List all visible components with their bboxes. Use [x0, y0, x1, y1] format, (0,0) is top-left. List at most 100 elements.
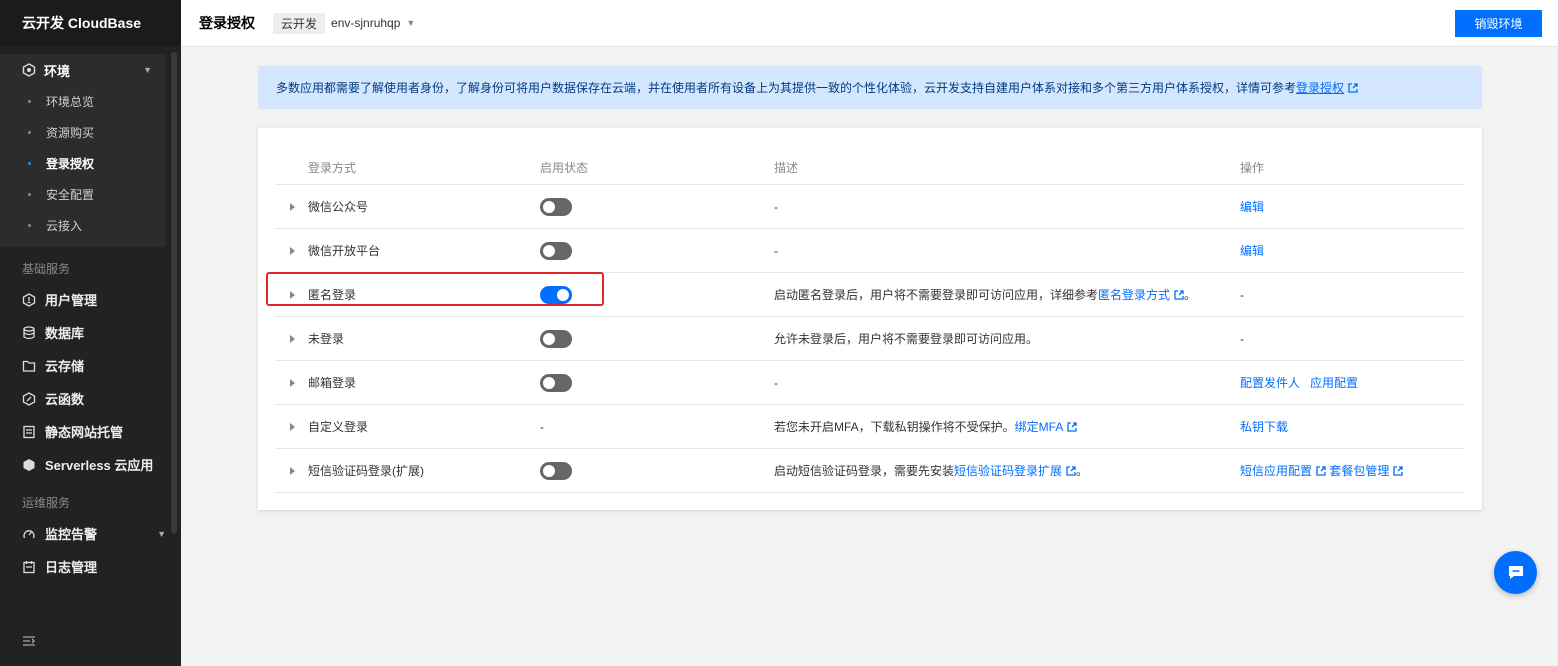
section-label-ops: 运维服务: [22, 496, 71, 510]
edit-link[interactable]: 编辑: [1240, 200, 1264, 214]
env-selector[interactable]: env-sjnruhqp: [331, 16, 400, 30]
sidebar-item-storage[interactable]: 云存储: [0, 349, 166, 382]
log-icon: [22, 560, 36, 574]
method-name: 微信开放平台: [308, 244, 381, 258]
external-link-icon: [1393, 466, 1404, 476]
info-notice: 多数应用都需要了解使用者身份，了解身份可将用户数据保存在云端，并在使用者所有设备…: [258, 66, 1482, 109]
anonymous-login-doc-link[interactable]: 匿名登录方式: [1098, 288, 1170, 302]
enable-toggle[interactable]: [540, 329, 572, 348]
sidebar-item-user-manage[interactable]: 用户管理: [0, 283, 166, 316]
col-header-actions: 操作: [1240, 160, 1265, 175]
sidebar-item-resource-purchase[interactable]: 资源购买: [0, 117, 166, 148]
notice-login-auth-link[interactable]: 登录授权: [1296, 79, 1344, 96]
env-tag: 云开发: [273, 12, 326, 34]
sidebar-item-security-config[interactable]: 安全配置: [0, 179, 166, 210]
chat-button[interactable]: [1494, 551, 1537, 594]
chat-icon: [1508, 565, 1523, 579]
sms-app-config-link[interactable]: 短信应用配置: [1240, 464, 1312, 478]
edit-link[interactable]: 编辑: [1240, 244, 1264, 258]
sidebar-item-static-hosting[interactable]: 静态网站托管: [0, 415, 166, 448]
sidebar-item-serverless-app[interactable]: Serverless 云应用: [0, 448, 166, 481]
user-manage-icon: [22, 292, 36, 307]
method-name: 邮箱登录: [308, 376, 357, 390]
desc-text: 。: [1184, 288, 1197, 302]
desc-text: 若您未开启MFA，下载私钥操作将不受保护。: [774, 420, 1015, 434]
sidebar-item-label: 日志管理: [45, 560, 98, 575]
col-header-method: 登录方式: [308, 160, 357, 175]
expand-arrow-icon[interactable]: [290, 202, 295, 211]
bullet-icon: [28, 193, 31, 196]
app-config-link[interactable]: 应用配置: [1310, 376, 1358, 390]
sidebar-item-env-overview[interactable]: 环境总览: [0, 86, 166, 117]
sidebar-item-label: 云函数: [45, 392, 85, 407]
expand-arrow-icon[interactable]: [290, 246, 295, 255]
monitor-icon: [22, 527, 36, 541]
table-row: 匿名登录 启动匿名登录后，用户将不需要登录即可访问应用，详细参考匿名登录方式。 …: [266, 272, 1464, 317]
folder-icon: [22, 359, 36, 373]
expand-arrow-icon[interactable]: [290, 466, 295, 475]
bullet-icon: [28, 224, 31, 227]
sidebar-item-logs[interactable]: 日志管理: [0, 550, 166, 583]
actions-empty: -: [1240, 287, 1244, 302]
expand-arrow-icon[interactable]: [290, 422, 295, 431]
sidebar-item-database[interactable]: 数据库: [0, 316, 166, 349]
col-header-status: 启用状态: [540, 160, 589, 175]
sidebar-item-label: 安全配置: [46, 188, 95, 202]
table-row: 短信验证码登录(扩展) 启动短信验证码登录，需要先安装短信验证码登录扩展。 短信…: [276, 449, 1464, 493]
expand-arrow-icon[interactable]: [290, 290, 295, 299]
enable-toggle[interactable]: [540, 461, 572, 480]
login-methods-card: 登录方式 启用状态 描述 操作 微信公众号 - 编辑 微信开放平台 - 编辑 匿…: [258, 128, 1482, 510]
method-desc: 启动匿名登录后，用户将不需要登录即可访问应用，详细参考匿名登录方式。: [774, 286, 1240, 303]
config-sender-link[interactable]: 配置发件人: [1240, 376, 1300, 390]
desc-text: 启动短信验证码登录，需要先安装: [774, 464, 955, 478]
method-desc: -: [774, 243, 778, 258]
sidebar-item-functions[interactable]: 云函数: [0, 382, 166, 415]
sidebar-item-label: 数据库: [45, 326, 85, 341]
sms-extension-link[interactable]: 短信验证码登录扩展: [954, 464, 1062, 478]
enable-toggle[interactable]: [540, 197, 572, 216]
method-desc: 若您未开启MFA，下载私钥操作将不受保护。绑定MFA: [774, 418, 1240, 435]
external-link-icon: [1174, 290, 1184, 300]
brand-logo[interactable]: 云开发 CloudBase: [0, 0, 181, 46]
expand-arrow-icon[interactable]: [290, 334, 295, 343]
method-name: 短信验证码登录(扩展): [308, 464, 424, 478]
sidebar-item-monitor[interactable]: 监控告警 ▼: [0, 517, 166, 550]
method-desc: -: [774, 199, 778, 214]
external-link-icon: [1316, 466, 1326, 476]
method-desc: -: [774, 375, 778, 390]
package-manage-link[interactable]: 套餐包管理: [1329, 464, 1389, 478]
login-methods-table: 登录方式 启用状态 描述 操作 微信公众号 - 编辑 微信开放平台 - 编辑 匿…: [266, 150, 1464, 493]
table-row: 自定义登录 - 若您未开启MFA，下载私钥操作将不受保护。绑定MFA 私钥下载: [276, 405, 1464, 449]
chevron-down-icon[interactable]: ▼: [406, 18, 415, 28]
expand-arrow-icon[interactable]: [290, 378, 295, 387]
env-nav-header[interactable]: 环境 ▼: [0, 54, 166, 86]
table-row: 邮箱登录 - 配置发件人 应用配置: [276, 361, 1464, 405]
table-row: 微信开放平台 - 编辑: [276, 229, 1464, 273]
sidebar-item-cloud-access[interactable]: 云接入: [0, 210, 166, 241]
method-name: 匿名登录: [308, 288, 357, 302]
destroy-env-button[interactable]: 销毁环境: [1455, 10, 1542, 37]
enable-toggle[interactable]: [540, 241, 572, 260]
enable-toggle[interactable]: [540, 285, 572, 304]
sidebar-scrollbar[interactable]: [171, 52, 177, 534]
status-text: -: [540, 419, 544, 434]
top-bar: 登录授权 云开发 env-sjnruhqp ▼ 销毁环境: [181, 0, 1558, 47]
col-header-desc: 描述: [774, 160, 799, 175]
env-nav-label: 环境: [44, 63, 71, 79]
chevron-down-icon: ▼: [157, 528, 166, 539]
section-label-basic: 基础服务: [22, 262, 71, 276]
sidebar-item-label: 资源购买: [46, 126, 95, 140]
collapse-sidebar-icon[interactable]: [22, 634, 36, 648]
method-desc: 启动短信验证码登录，需要先安装短信验证码登录扩展。: [774, 462, 1240, 479]
sidebar-item-login-auth[interactable]: 登录授权: [0, 148, 166, 179]
enable-toggle[interactable]: [540, 373, 572, 392]
website-icon: [22, 425, 36, 439]
env-nav-group: 环境 ▼ 环境总览 资源购买 登录授权 安全配置 云接入: [0, 54, 166, 247]
download-private-key-link[interactable]: 私钥下载: [1240, 420, 1288, 434]
page-title: 登录授权: [199, 15, 255, 31]
bind-mfa-link[interactable]: 绑定MFA: [1015, 420, 1064, 434]
sidebar-item-label: 环境总览: [46, 95, 95, 109]
sidebar-item-label: 登录授权: [46, 157, 95, 171]
table-header: 登录方式 启用状态 描述 操作: [276, 150, 1464, 185]
bullet-icon: [28, 131, 31, 134]
